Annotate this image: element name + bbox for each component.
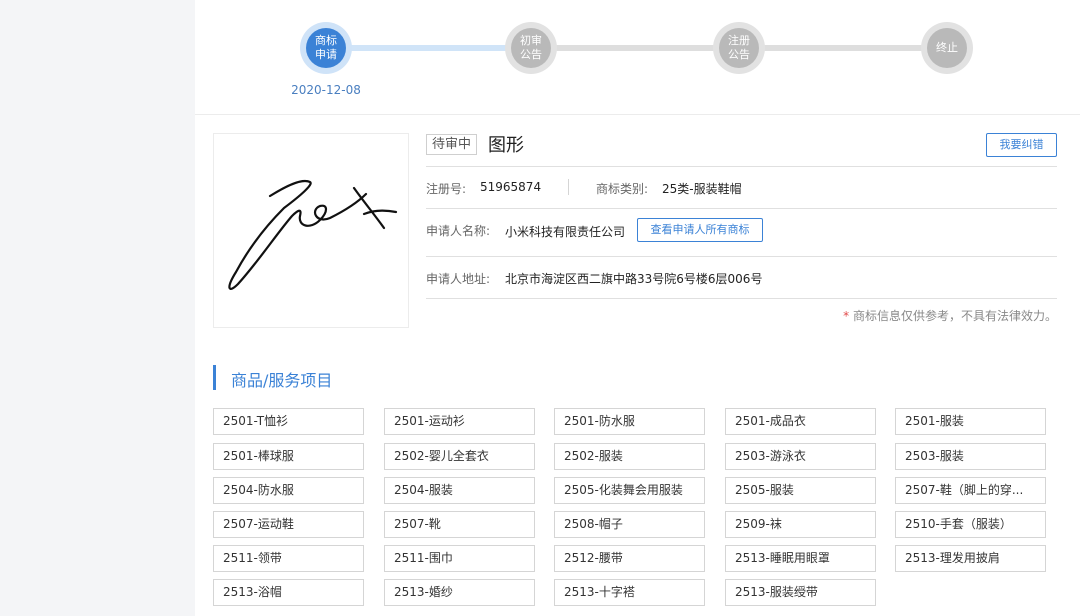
goods-item: 2501-成品衣 bbox=[725, 408, 876, 435]
goods-item: 2507-运动鞋 bbox=[213, 511, 364, 538]
applicant-value: 小米科技有限责任公司 bbox=[505, 225, 626, 239]
step-registration: 注册 公告 bbox=[713, 22, 765, 74]
divider bbox=[426, 298, 1057, 299]
applicant-label: 申请人名称: bbox=[426, 224, 491, 238]
trademark-image bbox=[213, 133, 409, 328]
divider bbox=[426, 256, 1057, 257]
goods-item: 2512-腰带 bbox=[554, 545, 705, 572]
step-preliminary: 初审 公告 bbox=[505, 22, 557, 74]
goods-item: 2511-围巾 bbox=[384, 545, 535, 572]
goods-item: 2503-游泳衣 bbox=[725, 443, 876, 470]
goods-item: 2513-婚纱 bbox=[384, 579, 535, 606]
goods-item: 2513-理发用披肩 bbox=[895, 545, 1046, 572]
disclaimer: * 商标信息仅供参考，不具有法律效力。 bbox=[843, 309, 1057, 323]
class-value: 25类-服装鞋帽 bbox=[662, 182, 742, 196]
goods-item: 2507-鞋（脚上的穿... bbox=[895, 477, 1046, 504]
goods-item: 2501-运动衫 bbox=[384, 408, 535, 435]
status-badge: 待审中 bbox=[426, 134, 478, 155]
goods-item: 2504-防水服 bbox=[213, 477, 364, 504]
goods-item: 2509-袜 bbox=[725, 511, 876, 538]
report-error-button[interactable]: 我要纠错 bbox=[986, 133, 1057, 157]
step-termination: 终止 bbox=[921, 22, 973, 74]
goods-item: 2501-服装 bbox=[895, 408, 1046, 435]
divider bbox=[426, 208, 1057, 209]
goods-item: 2504-服装 bbox=[384, 477, 535, 504]
reg-no-value: 51965874 bbox=[480, 180, 542, 194]
step-date: 2020-12-08 bbox=[291, 83, 361, 97]
goods-item: 2513-睡眠用眼罩 bbox=[725, 545, 876, 572]
goods-item: 2513-服装绶带 bbox=[725, 579, 876, 606]
address-label: 申请人地址: bbox=[426, 272, 491, 286]
goods-item: 2501-防水服 bbox=[554, 408, 705, 435]
address-value: 北京市海淀区西二旗中路33号院6号楼6层006号 bbox=[505, 272, 763, 286]
divider bbox=[195, 114, 1080, 115]
goods-item: 2501-棒球服 bbox=[213, 443, 364, 470]
goods-item: 2513-浴帽 bbox=[213, 579, 364, 606]
goods-item: 2505-服装 bbox=[725, 477, 876, 504]
goods-item: 2508-帽子 bbox=[554, 511, 705, 538]
goods-item: 2502-服装 bbox=[554, 443, 705, 470]
goods-item: 2501-T恤衫 bbox=[213, 408, 364, 435]
step-registration-label: 注册 公告 bbox=[719, 28, 759, 68]
class-label: 商标类别: bbox=[596, 182, 649, 196]
step-application: 商标 申请 bbox=[300, 22, 352, 74]
goods-item: 2505-化装舞会用服装 bbox=[554, 477, 705, 504]
step-termination-label: 终止 bbox=[927, 28, 967, 68]
step-preliminary-label: 初审 公告 bbox=[511, 28, 551, 68]
trademark-name: 图形 bbox=[488, 135, 524, 156]
goods-item: 2502-婴儿全套衣 bbox=[384, 443, 535, 470]
divider bbox=[426, 166, 1057, 167]
progress-track-active bbox=[326, 45, 531, 51]
goods-item: 2510-手套（服装） bbox=[895, 511, 1046, 538]
step-application-label: 商标 申请 bbox=[306, 28, 346, 68]
goods-item: 2507-靴 bbox=[384, 511, 535, 538]
view-applicant-marks-button[interactable]: 查看申请人所有商标 bbox=[637, 218, 763, 242]
reg-no-label: 注册号: bbox=[426, 182, 467, 196]
signature-logo-icon bbox=[228, 179, 398, 290]
section-accent-bar bbox=[213, 365, 216, 390]
goods-item: 2511-领带 bbox=[213, 545, 364, 572]
separator bbox=[568, 179, 569, 195]
goods-item: 2503-服装 bbox=[895, 443, 1046, 470]
goods-item: 2513-十字褡 bbox=[554, 579, 705, 606]
goods-section-title: 商品/服务项目 bbox=[231, 371, 333, 390]
